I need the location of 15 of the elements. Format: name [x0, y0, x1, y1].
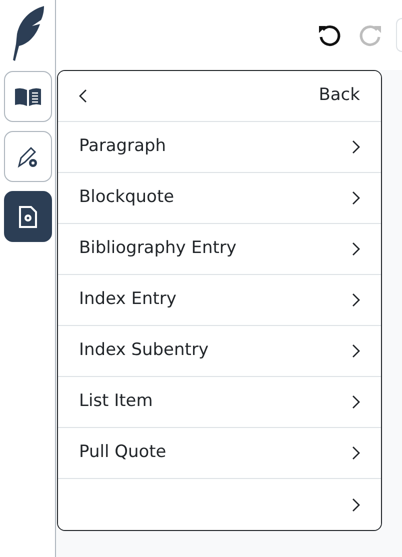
sidebar-button[interactable] [4, 71, 52, 122]
chevron-left-icon [79, 89, 87, 103]
book-icon [14, 86, 42, 106]
chevron-right-icon [352, 395, 360, 409]
chevron-right-icon [352, 242, 360, 256]
chevron-right-icon [352, 293, 360, 307]
chevron-right-icon [352, 498, 360, 512]
chevron-right-icon [352, 446, 360, 460]
chevron-right-icon [352, 191, 360, 205]
chevron-right-icon [352, 140, 360, 154]
chevron-right-icon [352, 344, 360, 358]
back-button[interactable]: Back [58, 71, 381, 122]
sidebar-button[interactable] [4, 131, 52, 182]
file-gear-icon [18, 204, 38, 228]
sidebar-button[interactable] [4, 191, 52, 242]
